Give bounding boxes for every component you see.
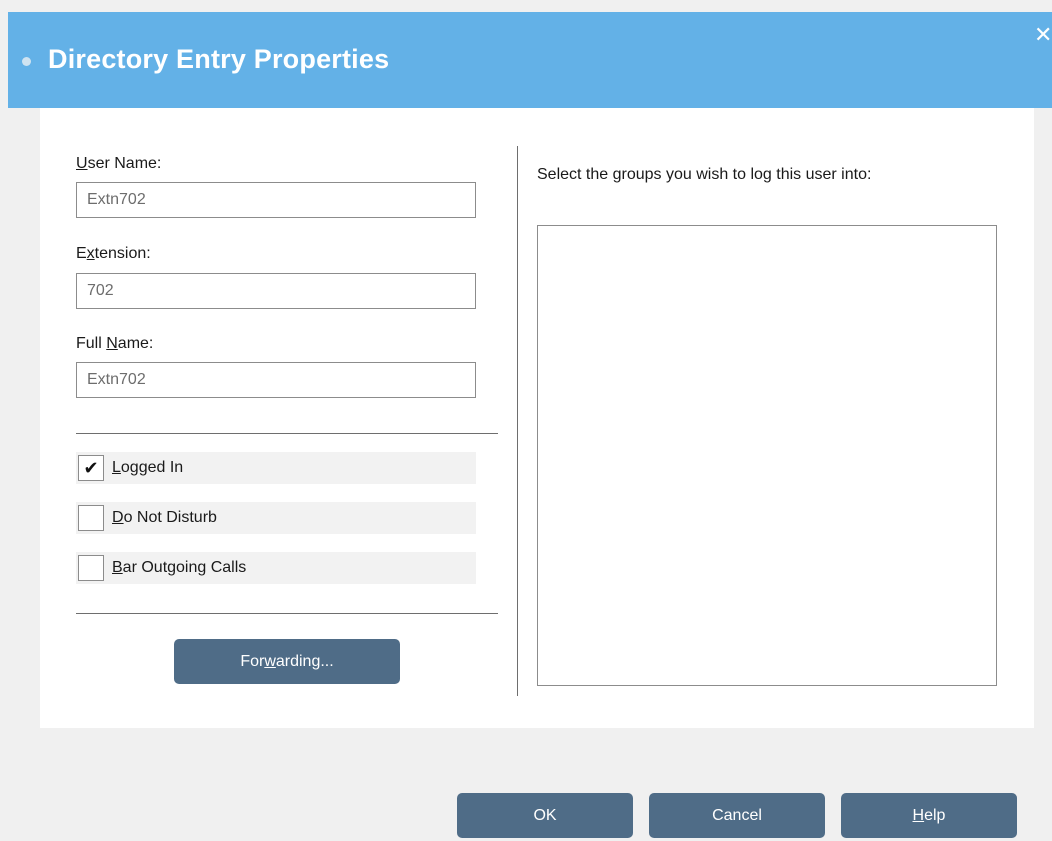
divider [76, 433, 498, 434]
logged-in-label: Logged In [112, 459, 184, 476]
cancel-button[interactable]: Cancel [649, 793, 825, 838]
do-not-disturb-checkbox[interactable] [78, 505, 104, 531]
bar-outgoing-calls-checkbox[interactable] [78, 555, 104, 581]
full-name-field[interactable]: Extn702 [76, 362, 476, 398]
user-name-label: User Name: [76, 155, 162, 172]
user-name-field[interactable]: Extn702 [76, 182, 476, 218]
dialog-title: Directory Entry Properties [48, 44, 390, 74]
groups-label: Select the groups you wish to log this u… [537, 166, 872, 183]
logged-in-row[interactable]: ✔ Logged In [76, 452, 476, 484]
help-button[interactable]: Help [841, 793, 1017, 838]
bar-outgoing-calls-label: Bar Outgoing Calls [112, 559, 247, 576]
logged-in-checkbox[interactable]: ✔ [78, 455, 104, 481]
full-name-label: Full Name: [76, 335, 154, 352]
forwarding-button[interactable]: For w arding... [174, 639, 400, 684]
vertical-divider [517, 146, 518, 696]
close-icon[interactable]: ✕ [1034, 26, 1052, 46]
title-bullet-icon [22, 57, 31, 66]
extension-field[interactable]: 702 [76, 273, 476, 309]
ok-button[interactable]: OK [457, 793, 633, 838]
do-not-disturb-row[interactable]: Do Not Disturb [76, 502, 476, 534]
bar-outgoing-calls-row[interactable]: Bar Outgoing Calls [76, 552, 476, 584]
do-not-disturb-label: Do Not Disturb [112, 509, 217, 526]
extension-label: Extension: [76, 245, 151, 262]
groups-list[interactable] [537, 225, 997, 686]
divider [76, 613, 498, 614]
